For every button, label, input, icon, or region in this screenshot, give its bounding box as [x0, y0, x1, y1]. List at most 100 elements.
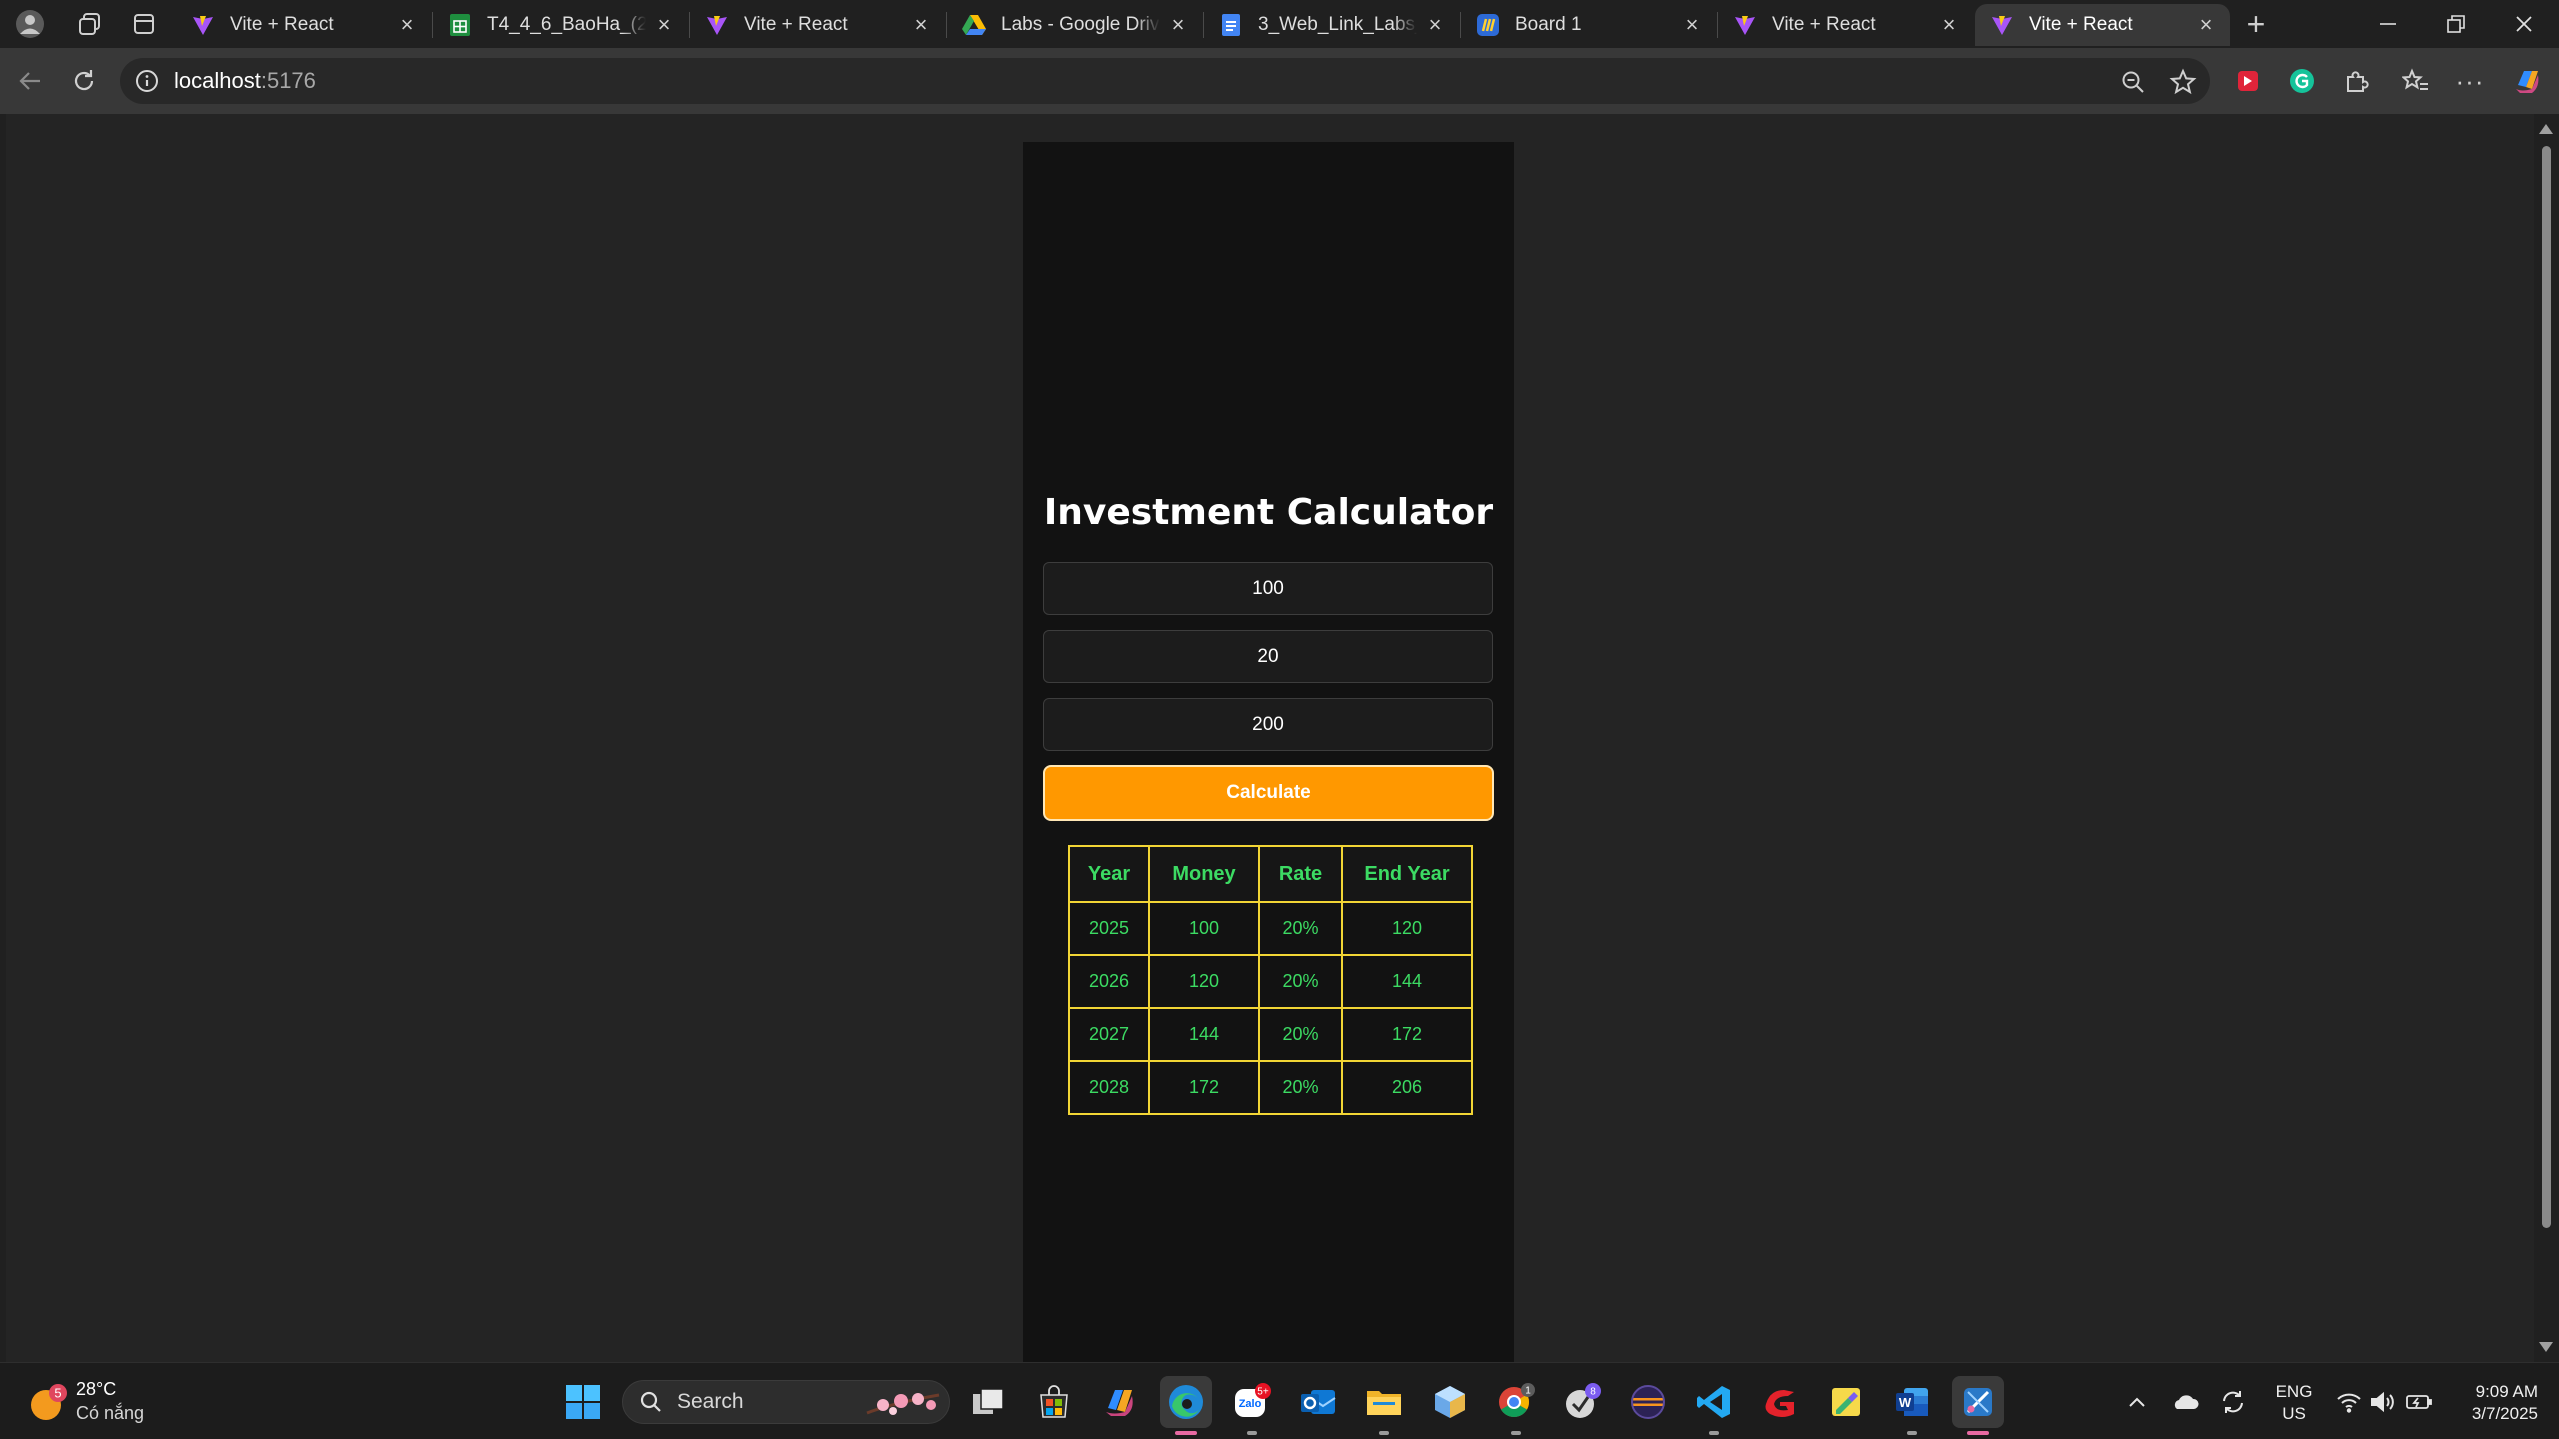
calculate-button[interactable]: Calculate — [1043, 765, 1494, 821]
close-tab-icon[interactable]: × — [1168, 14, 1188, 36]
task-view-icon[interactable] — [962, 1376, 1014, 1428]
cell-money: 172 — [1148, 1060, 1260, 1115]
weather-widget[interactable]: 5 28°C Có nắng — [28, 1375, 188, 1431]
browser-tab-6[interactable]: Board 1 × — [1461, 4, 1716, 46]
garena-icon[interactable] — [1754, 1376, 1806, 1428]
new-tab-icon[interactable]: + — [2234, 6, 2278, 42]
sticky-notes-app-icon[interactable] — [1820, 1376, 1872, 1428]
weather-description: Có nắng — [76, 1403, 145, 1423]
vertical-scrollbar[interactable] — [2534, 114, 2559, 1362]
copilot-app-icon[interactable] — [1094, 1376, 1146, 1428]
refresh-icon[interactable] — [62, 59, 106, 103]
close-tab-icon[interactable]: × — [654, 14, 674, 36]
minimize-icon[interactable] — [2354, 0, 2422, 48]
browser-tab-4[interactable]: Labs - Google Drive × — [947, 4, 1202, 46]
edge-browser-icon[interactable] — [1160, 1376, 1212, 1435]
vite-icon — [1732, 12, 1758, 38]
cell-end-year: 206 — [1341, 1060, 1473, 1115]
browser-tab-7[interactable]: Vite + React × — [1718, 4, 1973, 46]
taskbar-search[interactable]: Search — [622, 1380, 950, 1424]
clock-time: 9:09 AM — [2475, 1382, 2538, 1401]
show-hidden-icons-chevron-icon[interactable] — [2122, 1387, 2152, 1417]
scroll-up-arrow-icon[interactable] — [2539, 124, 2553, 134]
cell-end-year: 172 — [1341, 1007, 1473, 1062]
close-tab-icon[interactable]: × — [397, 14, 417, 36]
cell-rate: 20% — [1258, 901, 1343, 956]
table-header-row: Year Money Rate End Year — [1068, 845, 1473, 903]
close-window-icon[interactable] — [2490, 0, 2558, 48]
windows-taskbar: 5 28°C Có nắng Search Zalo 5+ 1 8 W ENG … — [0, 1362, 2559, 1439]
search-icon — [640, 1391, 661, 1412]
cell-money: 100 — [1148, 901, 1260, 956]
browser-toolbar: localhost:5176 ··· — [0, 48, 2559, 114]
wifi-icon[interactable] — [2334, 1387, 2364, 1417]
rate-input[interactable] — [1043, 630, 1493, 683]
onedrive-cloud-icon[interactable] — [2170, 1387, 2200, 1417]
start-button-windows-icon[interactable] — [557, 1376, 609, 1428]
extensions-puzzle-icon[interactable] — [2336, 61, 2376, 101]
cell-money: 120 — [1148, 954, 1260, 1009]
zalo-icon[interactable]: Zalo 5+ — [1226, 1376, 1278, 1435]
extension-red-icon[interactable] — [2228, 61, 2268, 101]
grammarly-icon[interactable] — [2282, 61, 2322, 101]
outlook-icon[interactable] — [1292, 1376, 1344, 1428]
url-text: localhost:5176 — [174, 68, 316, 93]
favorites-list-icon[interactable] — [2396, 61, 2436, 101]
tab-title: Vite + React — [1772, 14, 1876, 35]
vscode-icon[interactable] — [1688, 1376, 1740, 1435]
browser-tab-5[interactable]: 3_Web_Link_Labs_Re × — [1204, 4, 1459, 46]
column-header-money: Money — [1148, 845, 1260, 903]
workspaces-icon[interactable] — [68, 8, 112, 40]
cherry-blossom-icon — [866, 1393, 940, 1415]
scrollbar-thumb[interactable] — [2542, 146, 2551, 1228]
cell-year: 2027 — [1068, 1007, 1150, 1062]
back-arrow-icon[interactable] — [8, 59, 52, 103]
taskbar-clock[interactable]: 9:09 AM 3/7/2025 — [2440, 1381, 2538, 1425]
browser-tab-3[interactable]: Vite + React × — [690, 4, 945, 46]
restore-icon[interactable] — [2422, 0, 2490, 48]
tab-title: Vite + React — [230, 14, 334, 35]
word-icon[interactable]: W — [1886, 1376, 1938, 1435]
close-tab-icon[interactable]: × — [2196, 14, 2216, 36]
chrome-icon[interactable]: 1 — [1490, 1376, 1542, 1435]
cube-app-icon[interactable] — [1424, 1376, 1476, 1428]
more-options-icon[interactable]: ··· — [2450, 61, 2490, 101]
tab-actions-icon[interactable] — [122, 8, 166, 40]
favorite-star-icon[interactable] — [2168, 67, 2198, 97]
column-header-rate: Rate — [1258, 845, 1343, 903]
copilot-icon[interactable] — [2508, 61, 2548, 101]
notification-app-icon[interactable]: 8 — [1556, 1376, 1608, 1428]
close-tab-icon[interactable]: × — [1682, 14, 1702, 36]
address-bar[interactable]: localhost:5176 — [120, 58, 2210, 104]
close-tab-icon[interactable]: × — [1425, 14, 1445, 36]
sync-icon[interactable] — [2218, 1387, 2248, 1417]
language-indicator[interactable]: ENG US — [2272, 1381, 2316, 1425]
cell-end-year: 120 — [1341, 901, 1473, 956]
file-explorer-icon[interactable] — [1358, 1376, 1410, 1435]
page-title: Investment Calculator — [1043, 492, 1494, 533]
target-amount-input[interactable] — [1043, 698, 1493, 751]
browser-tab-8-active[interactable]: Vite + React × — [1975, 4, 2230, 46]
close-tab-icon[interactable]: × — [1939, 14, 1959, 36]
volume-icon[interactable] — [2368, 1387, 2398, 1417]
initial-amount-input[interactable] — [1043, 562, 1493, 615]
tab-title: Vite + React — [2029, 14, 2133, 35]
eclipse-icon[interactable] — [1622, 1376, 1674, 1428]
cell-money: 144 — [1148, 1007, 1260, 1062]
vite-icon — [190, 12, 216, 38]
profile-icon[interactable] — [8, 8, 52, 40]
vite-icon — [1989, 12, 2015, 38]
cell-year: 2025 — [1068, 901, 1150, 956]
snipping-tool-icon[interactable] — [1952, 1376, 2004, 1435]
battery-icon[interactable] — [2404, 1387, 2434, 1417]
svg-text:W: W — [1899, 1395, 1912, 1410]
search-label: Search — [677, 1390, 744, 1413]
table-row: 2027 144 20% 172 — [1068, 1007, 1473, 1062]
site-info-icon[interactable] — [134, 68, 160, 94]
browser-tab-1[interactable]: Vite + React × — [176, 4, 431, 46]
browser-tab-2[interactable]: T4_4_6_BaoHa_(2Nh × — [433, 4, 688, 46]
zoom-icon[interactable] — [2118, 67, 2148, 97]
microsoft-store-icon[interactable] — [1028, 1376, 1080, 1428]
close-tab-icon[interactable]: × — [911, 14, 931, 36]
scroll-down-arrow-icon[interactable] — [2539, 1342, 2553, 1352]
